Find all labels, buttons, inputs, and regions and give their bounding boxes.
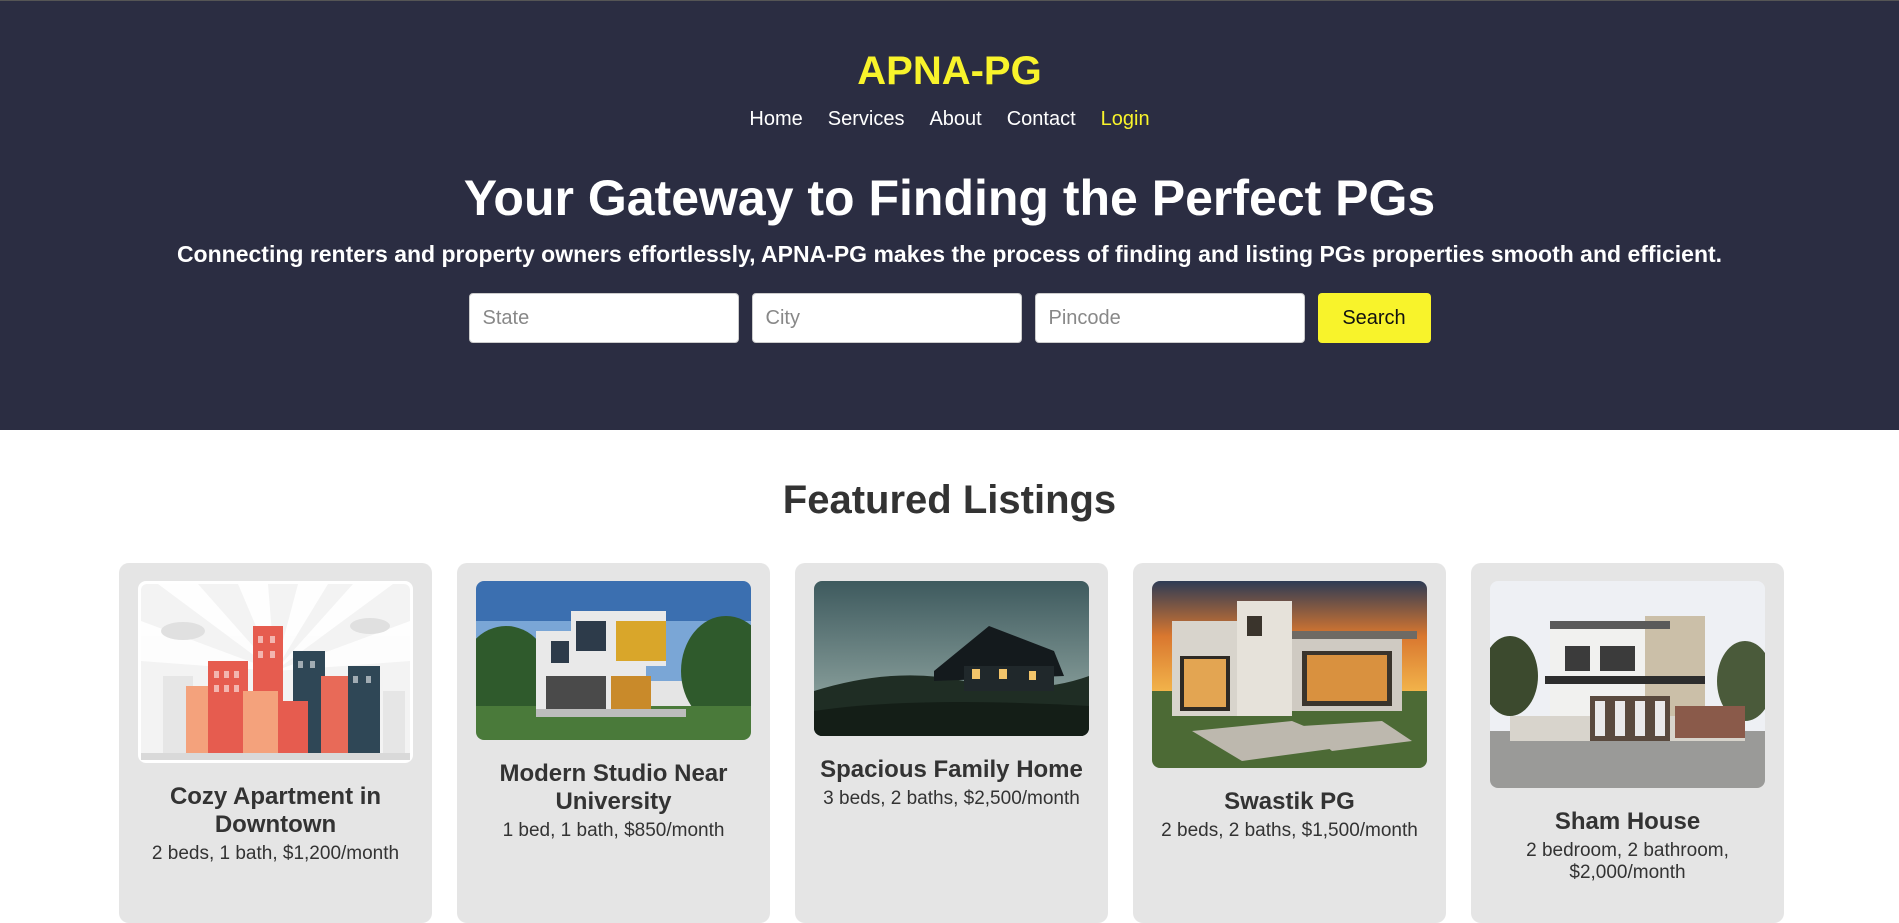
nav-about[interactable]: About <box>929 108 981 131</box>
modern-villa-at-sunset-image <box>1152 581 1427 768</box>
nav-contact[interactable]: Contact <box>1007 108 1076 131</box>
listing-details: 2 beds, 1 bath, $1,200/month <box>151 843 400 864</box>
city-input[interactable] <box>751 293 1022 343</box>
listing-details: 3 beds, 2 baths, $2,500/month <box>823 788 1080 809</box>
main-nav: Home Services About Contact Login <box>0 108 1899 131</box>
listing-card[interactable]: Cozy Apartment in Downtown 2 beds, 1 bat… <box>119 563 432 923</box>
illustrated-city-buildings-image <box>138 581 413 763</box>
listing-title: Cozy Apartment in Downtown <box>169 783 382 838</box>
modern-two-storey-house-image <box>476 581 751 740</box>
listing-title: Modern Studio Near University <box>499 760 728 815</box>
listing-title: Swastik PG <box>1224 788 1355 815</box>
state-input[interactable] <box>468 293 739 343</box>
hero-subline: Connecting renters and property owners e… <box>176 241 1723 267</box>
two-storey-house-with-gate-image <box>1490 581 1765 788</box>
listing-details: 2 bedroom, 2 bathroom, $2,000/month <box>1526 840 1729 883</box>
house-on-hill-at-dusk-image <box>814 581 1089 736</box>
listing-card[interactable]: Spacious Family Home 3 beds, 2 baths, $2… <box>795 563 1108 923</box>
listing-card[interactable]: Swastik PG 2 beds, 2 baths, $1,500/month <box>1133 563 1446 923</box>
listing-card[interactable]: Sham House 2 bedroom, 2 bathroom, $2,000… <box>1471 563 1784 923</box>
search-button[interactable]: Search <box>1317 293 1431 343</box>
nav-services[interactable]: Services <box>828 108 905 131</box>
nav-home[interactable]: Home <box>749 108 802 131</box>
featured-listings-section: Featured Listings Cozy Apartment in Down… <box>0 430 1899 923</box>
nav-login[interactable]: Login <box>1101 108 1150 131</box>
listing-card[interactable]: Modern Studio Near University 1 bed, 1 b… <box>457 563 770 923</box>
listing-title: Sham House <box>1554 808 1701 835</box>
featured-heading: Featured Listings <box>782 478 1117 522</box>
search-bar: Search <box>0 293 1899 343</box>
listing-cards: Cozy Apartment in Downtown 2 beds, 1 bat… <box>119 563 1784 923</box>
hero-section: APNA-PG Home Services About Contact Logi… <box>0 0 1899 430</box>
listing-details: 1 bed, 1 bath, $850/month <box>502 820 725 841</box>
brand-logo[interactable]: APNA-PG <box>0 49 1899 94</box>
listing-title: Spacious Family Home <box>820 756 1083 783</box>
hero-headline: Your Gateway to Finding the Perfect PGs <box>463 170 1436 226</box>
pincode-input[interactable] <box>1034 293 1305 343</box>
listing-details: 2 beds, 2 baths, $1,500/month <box>1161 820 1418 841</box>
